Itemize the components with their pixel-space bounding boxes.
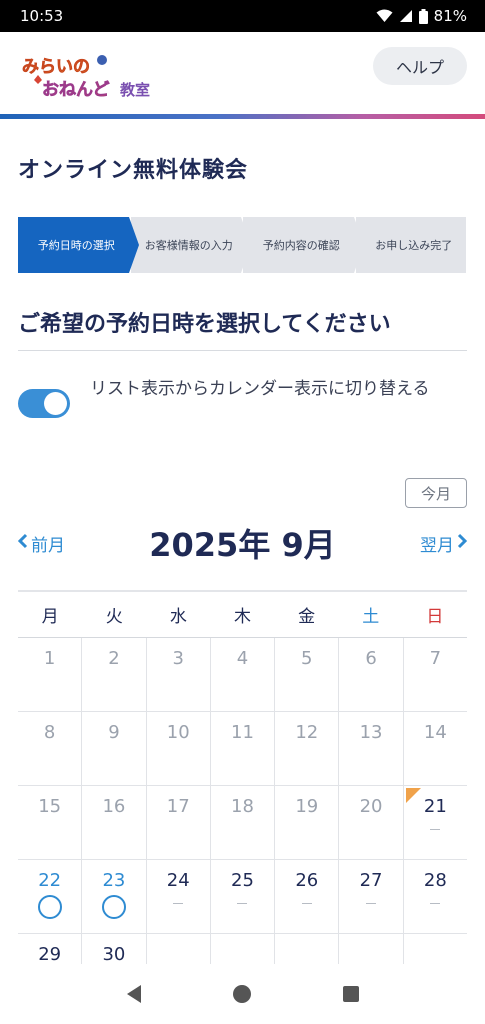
svg-text:教室: 教室 [119, 81, 150, 99]
today-marker [405, 788, 421, 803]
calendar-day[interactable]: 27 [339, 860, 404, 933]
calendar-day[interactable]: 28 [404, 860, 467, 933]
weekday-sun: 日 [426, 607, 444, 627]
step-complete: お申し込み完了 [355, 217, 466, 273]
unavailable-dash [430, 829, 441, 830]
available-circle-icon [101, 895, 126, 919]
calendar-day: 10 [147, 712, 211, 785]
calendar-day: 20 [339, 786, 404, 859]
calendar-day: 5 [275, 638, 340, 711]
system-nav-bar [0, 964, 485, 1024]
unavailable-dash [301, 903, 312, 904]
weekday-tue: 火 [105, 607, 123, 627]
unavailable-dash [366, 903, 377, 904]
battery-percent: 81% [433, 7, 467, 25]
calendar-day: 19 [275, 786, 340, 859]
calendar-week: 15 16 17 18 19 20 21 [18, 786, 467, 860]
app-header: みらいの おねんど 教室 ヘルプ [0, 32, 485, 116]
next-month-label: 翌月 [420, 536, 454, 556]
weekday-fri: 金 [298, 607, 316, 627]
svg-text:みらいの: みらいの [22, 57, 90, 77]
step-confirm: 予約内容の確認 [243, 217, 364, 273]
calendar-day: 2 [82, 638, 147, 711]
calendar-day: 12 [275, 712, 340, 785]
month-title: 2025年 9月 [149, 526, 336, 564]
calendar-week: 8 9 10 11 12 13 14 [18, 712, 467, 786]
calendar-day: 11 [211, 712, 276, 785]
calendar-day: 4 [211, 638, 276, 711]
progress-steps: 予約日時の選択 お客様情報の入力 予約内容の確認 お申し込み完了 [18, 217, 468, 273]
calendar-day-available[interactable]: 23 [82, 860, 147, 933]
status-icons: 81% [376, 7, 467, 25]
calendar-day: 7 [429, 648, 442, 669]
status-time: 10:53 [20, 7, 64, 25]
brand-logo[interactable]: みらいの おねんど 教室 [20, 50, 165, 100]
calendar-day: 15 [18, 786, 83, 859]
toggle-knob [44, 392, 67, 415]
page-title: オンライン無料体験会 [18, 158, 249, 183]
calendar-day[interactable]: 24 [147, 860, 211, 933]
calendar-day: 18 [211, 786, 276, 859]
calendar-day-today[interactable]: 21 [404, 786, 467, 859]
weekday-thu: 木 [233, 607, 251, 627]
calendar-day: 6 [339, 638, 404, 711]
calendar-day: 8 [18, 712, 83, 785]
weekday-header: 月 火 水 木 金 土 日 [18, 592, 467, 638]
step-customer-info: お客様情報の入力 [130, 217, 251, 273]
unavailable-dash [237, 903, 248, 904]
home-icon[interactable] [222, 974, 262, 1014]
this-month-button[interactable]: 今月 [405, 478, 467, 508]
weekday-mon: 月 [41, 607, 59, 627]
calendar-day-available[interactable]: 22 [18, 860, 83, 933]
wifi-icon [376, 9, 393, 23]
calendar-week: 22 23 24 25 26 27 28 [18, 860, 467, 934]
weekday-wed: 水 [169, 607, 187, 627]
calendar-day: 9 [82, 712, 147, 785]
calendar-week: 1 2 3 4 5 6 7 [18, 638, 467, 712]
calendar-day: 16 [82, 786, 147, 859]
calendar-day[interactable]: 26 [275, 860, 340, 933]
calendar-day: 17 [147, 786, 211, 859]
svg-text:おねんど: おねんど [42, 80, 110, 100]
next-month-button[interactable]: 翌月 [420, 531, 468, 556]
recents-icon[interactable] [331, 974, 371, 1014]
unavailable-dash [430, 903, 441, 904]
back-icon[interactable] [114, 974, 154, 1014]
unavailable-dash [173, 903, 184, 904]
step-select-datetime: 予約日時の選択 [18, 217, 139, 273]
section-heading: ご希望の予約日時を選択してください [18, 312, 391, 337]
calendar-day: 3 [147, 638, 211, 711]
view-toggle-label[interactable]: リスト表示からカレンダー表示に切り替える [90, 374, 470, 404]
status-bar: 10:53 81% [0, 0, 485, 32]
chevron-right-icon [457, 533, 468, 554]
section-divider [18, 350, 467, 351]
header-divider [0, 114, 485, 119]
calendar-day: 14 [423, 722, 447, 743]
battery-icon [418, 8, 428, 24]
weekday-sat: 土 [362, 607, 380, 627]
calendar-grid: 月 火 水 木 金 土 日 1 2 3 4 5 6 7 8 9 10 11 12… [18, 590, 467, 1008]
signal-icon [399, 9, 413, 23]
view-toggle-switch[interactable] [18, 389, 70, 418]
calendar-day: 1 [18, 638, 83, 711]
available-circle-icon [37, 895, 62, 919]
help-button[interactable]: ヘルプ [373, 47, 467, 85]
calendar-day: 13 [339, 712, 404, 785]
calendar-day[interactable]: 25 [211, 860, 276, 933]
